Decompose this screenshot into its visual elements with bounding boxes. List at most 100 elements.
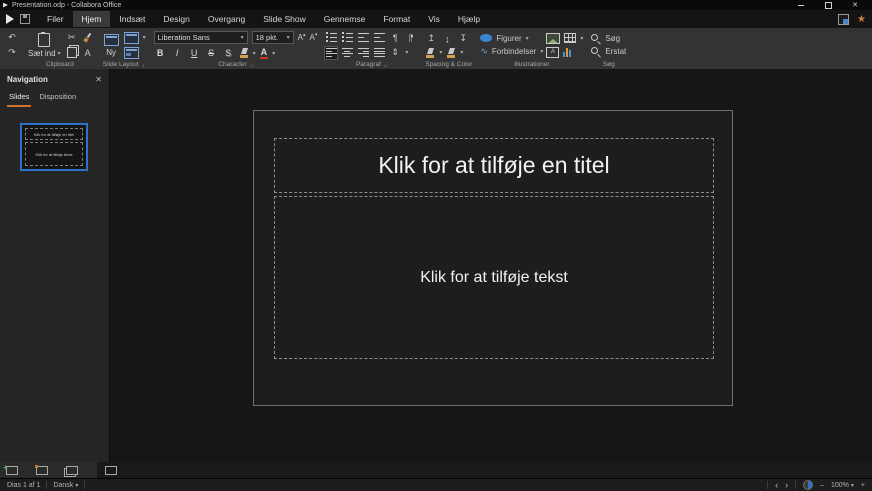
decrease-indent-button[interactable] [357,32,369,44]
copy-button[interactable] [66,47,78,59]
italic-button[interactable]: I [171,47,184,60]
app-icon [3,2,8,8]
insert-table-icon[interactable] [564,33,577,43]
save-icon[interactable] [20,14,30,24]
slide-thumbnail[interactable]: Klik for at tilføje en titel Klik for at… [20,123,88,171]
paragraph-group-label: Paragraf [355,61,381,68]
increase-indent-button[interactable] [373,32,385,44]
font-size-select[interactable]: 18 pkt. ▾ [251,30,294,44]
slide-layout-group-label: Slide Layout [102,61,139,68]
chevron-down-icon[interactable]: ▾ [439,49,442,56]
bullet-list-button[interactable] [325,32,337,44]
shapes-button[interactable]: Figurer [496,34,521,43]
tab-slides[interactable]: Slides [7,90,32,107]
dialog-launcher-icon[interactable]: ⌟ [142,61,145,68]
fill-color-icon[interactable] [425,48,435,58]
insert-chart-icon[interactable] [563,47,572,57]
menu-slideshow[interactable]: Slide Show [254,11,315,27]
align-right-button[interactable] [357,47,369,59]
line-spacing-button[interactable]: ⇕ [389,47,401,59]
clear-formatting-button[interactable]: A [82,47,94,59]
shadow-button[interactable]: S [222,47,235,60]
clone-formatting-button[interactable] [82,32,94,44]
menu-hjaelp[interactable]: Hjælp [449,11,489,27]
insert-image-icon[interactable] [546,32,561,44]
close-button[interactable]: ✕ [847,1,863,10]
space-below-button[interactable]: ↧ [457,33,469,45]
close-panel-icon[interactable]: ✕ [95,75,102,84]
zoom-in-button[interactable]: + [861,482,865,489]
chevron-down-icon[interactable]: ▾ [405,49,408,56]
new-slide-icon[interactable] [3,463,18,475]
search-button[interactable]: Søg [605,34,620,43]
brush-icon [83,33,92,43]
align-left-button[interactable] [324,45,339,60]
titlebar: Presentation.odp - Collabora Office ✕ [0,0,872,10]
chevron-down-icon[interactable]: ▾ [253,50,256,57]
underline-button[interactable]: U [188,47,201,60]
tab-disposition[interactable]: Disposition [37,90,78,107]
menu-overgang[interactable]: Overgang [199,11,254,27]
title-placeholder[interactable]: Klik for at tilføje en titel [274,138,714,193]
replace-button[interactable]: Erstat [605,47,626,56]
chevron-down-icon[interactable]: ▾ [460,49,463,56]
paste-button[interactable]: Sæt ind ▾ [26,31,63,58]
dialog-launcher-icon[interactable]: ⌟ [384,61,387,68]
body-placeholder[interactable]: Klik for at tilføje tekst [274,196,714,359]
character-group-label: Character [218,61,247,68]
slide-layout-icon[interactable] [123,31,139,44]
cut-button[interactable]: ✂ [66,32,78,44]
text-direction-button[interactable]: ¶ [405,32,417,44]
align-center-button[interactable] [341,47,353,59]
language-select[interactable]: Dansk ▾ [53,482,78,489]
interface-switch-icon[interactable] [838,13,850,25]
shrink-font-button[interactable]: A ▾ [309,32,317,42]
next-slide-button[interactable]: › [785,480,788,490]
menu-vis[interactable]: Vis [419,11,449,27]
menu-indsaet[interactable]: Indsæt [110,11,154,27]
undo-button[interactable]: ↶ [6,32,18,44]
grow-font-button[interactable]: A ▴ [298,32,306,42]
text-box-icon[interactable]: A [546,46,560,58]
zoom-level-select[interactable]: 100% ▾ [831,482,854,489]
justify-button[interactable] [373,47,385,59]
maximize-button[interactable] [820,1,836,10]
zoom-fit-icon[interactable] [803,480,814,490]
menu-design[interactable]: Design [154,11,198,27]
chevron-down-icon[interactable]: ▾ [580,35,583,42]
star-icon[interactable]: ★ [857,14,866,24]
connectors-button[interactable]: Forbindelser [492,47,536,56]
window-title: Presentation.odp - Collabora Office [12,1,122,9]
chevron-down-icon[interactable]: ▾ [272,50,275,57]
bold-button[interactable]: B [154,47,167,60]
space-above-button[interactable]: ↥ [425,33,437,45]
zoom-out-button[interactable]: – [820,482,824,489]
menu-filer[interactable]: Filer [38,11,73,27]
dialog-launcher-icon[interactable]: ⌟ [250,61,253,68]
clipboard-group-label: Clipboard [45,61,74,68]
duplicate-slide-icon[interactable] [66,465,78,475]
font-color-icon[interactable]: A [259,47,269,59]
numbered-list-button[interactable] [341,32,353,44]
navigation-toggle-icon[interactable] [105,465,117,475]
font-name-select[interactable]: Liberation Sans ▾ [153,30,248,44]
chevron-down-icon[interactable]: ▾ [526,35,529,42]
menu-gennemse[interactable]: Gennemse [315,11,375,27]
menu-hjem[interactable]: Hjem [72,11,111,27]
slide[interactable]: Klik for at tilføje en titel Klik for at… [253,110,733,406]
space-center-button[interactable]: ↨ [441,33,453,45]
redo-button[interactable]: ↷ [6,47,18,59]
strikethrough-button[interactable]: S [205,47,218,60]
line-color-icon[interactable] [446,48,456,58]
highlight-color-icon[interactable] [239,48,249,58]
minimize-button[interactable] [793,1,809,10]
chevron-down-icon[interactable]: ▾ [143,34,146,41]
previous-slide-button[interactable]: ‹ [775,480,778,490]
chevron-down-icon[interactable]: ▾ [540,48,543,55]
menu-format[interactable]: Format [374,11,419,27]
ribbon-group-spacing: ↥ ↨ ↧ ▾ ▾ Spacing & Color [421,30,476,69]
slide-design-icon[interactable] [123,46,139,59]
new-slide-button[interactable]: Ny [102,33,121,57]
slide-properties-icon[interactable] [35,464,48,475]
formatting-marks-button[interactable]: ¶ [389,32,401,44]
